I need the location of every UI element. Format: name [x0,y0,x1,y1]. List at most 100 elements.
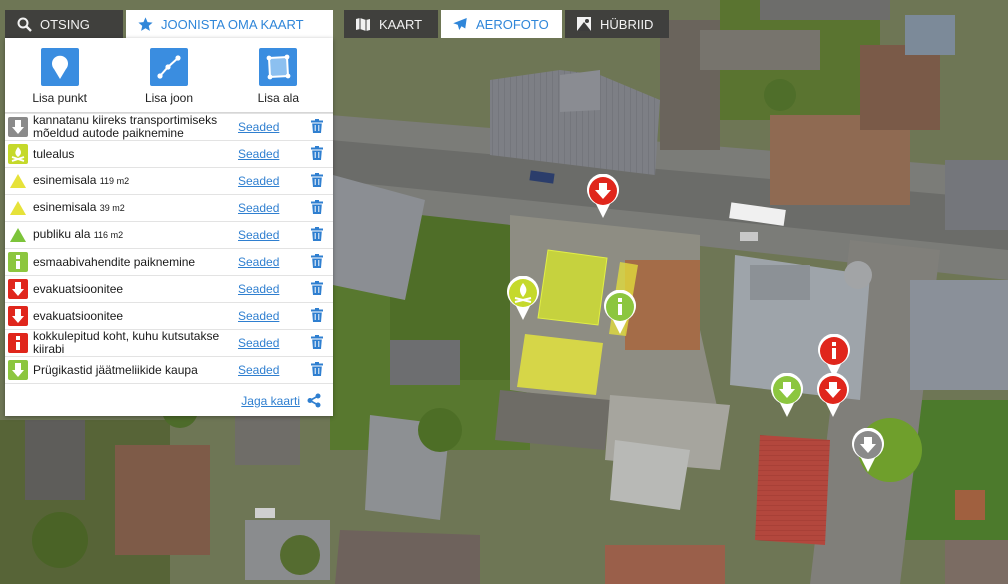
list-item-title: evakuatsioonitee [33,281,124,296]
trash-icon[interactable] [311,308,325,324]
trash-icon[interactable] [311,362,325,378]
trash-icon[interactable] [311,200,325,216]
performance-area-polygon [537,249,608,326]
info-icon [8,252,28,272]
list-item-label: evakuatsioonitee [33,281,233,296]
settings-link[interactable]: Seaded [238,120,279,134]
list-item-label: evakuatsioonitee [33,308,233,323]
arrow-down-icon [8,117,28,137]
drawing-tools: Lisa punkt Lisa joon Lisa ala [5,38,333,113]
map-icon [354,15,372,33]
map-marker-evacuation-2[interactable] [815,372,851,419]
arrow-down-icon [8,306,28,326]
trash-icon[interactable] [311,335,325,351]
list-item-label: publiku ala 116 m2 [33,228,233,242]
list-item[interactable]: esinemisala 39 m2 Seaded [5,195,333,222]
list-item[interactable]: publiku ala 116 m2 Seaded [5,222,333,249]
line-icon [149,48,188,86]
map-marker-fire[interactable] [505,275,541,322]
arrow-down-icon [8,279,28,299]
share-icon [307,393,321,408]
settings-link[interactable]: Seaded [238,201,279,215]
triangle-icon [8,198,28,218]
settings-link[interactable]: Seaded [238,255,279,269]
fire-icon [8,144,28,164]
tab-draw-map-label: Joonista oma kaart [161,16,304,32]
list-item-label: tulealus [33,146,233,161]
list-item-title: publiku ala [33,227,91,241]
point-icon [40,48,79,86]
tab-draw-map[interactable]: Joonista oma kaart [126,10,333,38]
list-item-title: esinemisala [33,173,97,187]
map-type-hybrid[interactable]: Hübriid [565,10,669,38]
trash-icon[interactable] [311,173,325,189]
trash-icon[interactable] [311,227,325,243]
settings-link[interactable]: Seaded [238,336,279,350]
settings-link[interactable]: Seaded [238,363,279,377]
list-item[interactable]: Prügikastid jäätmeliikide kaupa Seaded [5,357,333,384]
share-map-label: Jaga kaarti [241,393,300,408]
map-type-map[interactable]: Kaart [344,10,438,38]
triangle-icon [8,225,28,245]
list-item-title: Prügikastid jäätmeliikide kaupa [33,362,198,377]
list-item[interactable]: tulealus Seaded [5,141,333,168]
marker-arrow-down-icon [587,173,619,218]
add-point-label: Lisa punkt [32,91,88,105]
list-item-title: esmaabivahendite paiknemine [33,254,196,269]
map-type-aerial[interactable]: Aerofoto [441,10,562,38]
list-item-title: evakuatsioonitee [33,308,124,323]
map-type-aerial-label: Aerofoto [476,16,549,32]
list-item[interactable]: kokkulepitud koht, kuhu kutsutakse kiira… [5,330,333,357]
list-item-title: esinemisala [33,200,97,214]
trash-icon[interactable] [311,146,325,162]
map-marker-evacuation-1[interactable] [585,173,621,220]
arrow-down-icon [8,360,28,380]
map-marker-waste-bins[interactable] [769,372,805,419]
add-area-button[interactable]: Lisa ala [224,38,333,112]
map-marker-transport[interactable] [850,427,886,474]
list-item-label: esinemisala 119 m2 [33,174,233,188]
tab-search-label: Otsing [40,16,90,32]
marker-arrow-down-icon [817,372,849,417]
add-line-button[interactable]: Lisa joon [114,38,223,112]
add-point-button[interactable]: Lisa punkt [5,38,114,112]
list-item[interactable]: esmaabivahendite paiknemine Seaded [5,249,333,276]
settings-link[interactable]: Seaded [238,228,279,242]
list-item-label: esmaabivahendite paiknemine [33,254,233,269]
list-item-label: kannatanu kiireks transportimiseks mõeld… [33,114,233,140]
add-line-label: Lisa joon [144,91,194,105]
marker-fire-icon [507,275,539,320]
list-item[interactable]: evakuatsioonitee Seaded [5,303,333,330]
triangle-icon [8,171,28,191]
trash-icon[interactable] [311,119,325,135]
list-item[interactable]: kannatanu kiireks transportimiseks mõeld… [5,114,333,141]
settings-link[interactable]: Seaded [238,174,279,188]
search-icon [15,15,33,33]
map-marker-first-aid[interactable] [602,289,638,336]
map-type-hybrid-label: Hübriid [600,16,654,32]
trash-icon[interactable] [311,281,325,297]
hybrid-icon [575,15,593,33]
map-type-map-label: Kaart [379,16,423,32]
drawn-items-list: kannatanu kiireks transportimiseks mõeld… [5,113,333,384]
add-area-label: Lisa ala [257,91,299,105]
area-icon [259,48,298,86]
list-item-area: 119 m2 [99,176,130,186]
list-item-area: 39 m2 [99,203,125,213]
marker-arrow-down-icon [852,427,884,472]
share-map-button[interactable]: Jaga kaarti [241,393,321,408]
tab-search[interactable]: Otsing [5,10,123,38]
trash-icon[interactable] [311,254,325,270]
list-item[interactable]: esinemisala 119 m2 Seaded [5,168,333,195]
settings-link[interactable]: Seaded [238,147,279,161]
star-icon [136,15,154,33]
list-item-area: 116 m2 [93,230,124,240]
info-icon [8,333,28,353]
list-item[interactable]: evakuatsioonitee Seaded [5,276,333,303]
settings-link[interactable]: Seaded [238,282,279,296]
list-item-title: kokkulepitud koht, kuhu kutsutakse kiira… [33,329,220,356]
list-item-label: esinemisala 39 m2 [33,201,233,215]
plane-icon [451,15,469,33]
list-item-title: tulealus [33,146,75,161]
settings-link[interactable]: Seaded [238,309,279,323]
